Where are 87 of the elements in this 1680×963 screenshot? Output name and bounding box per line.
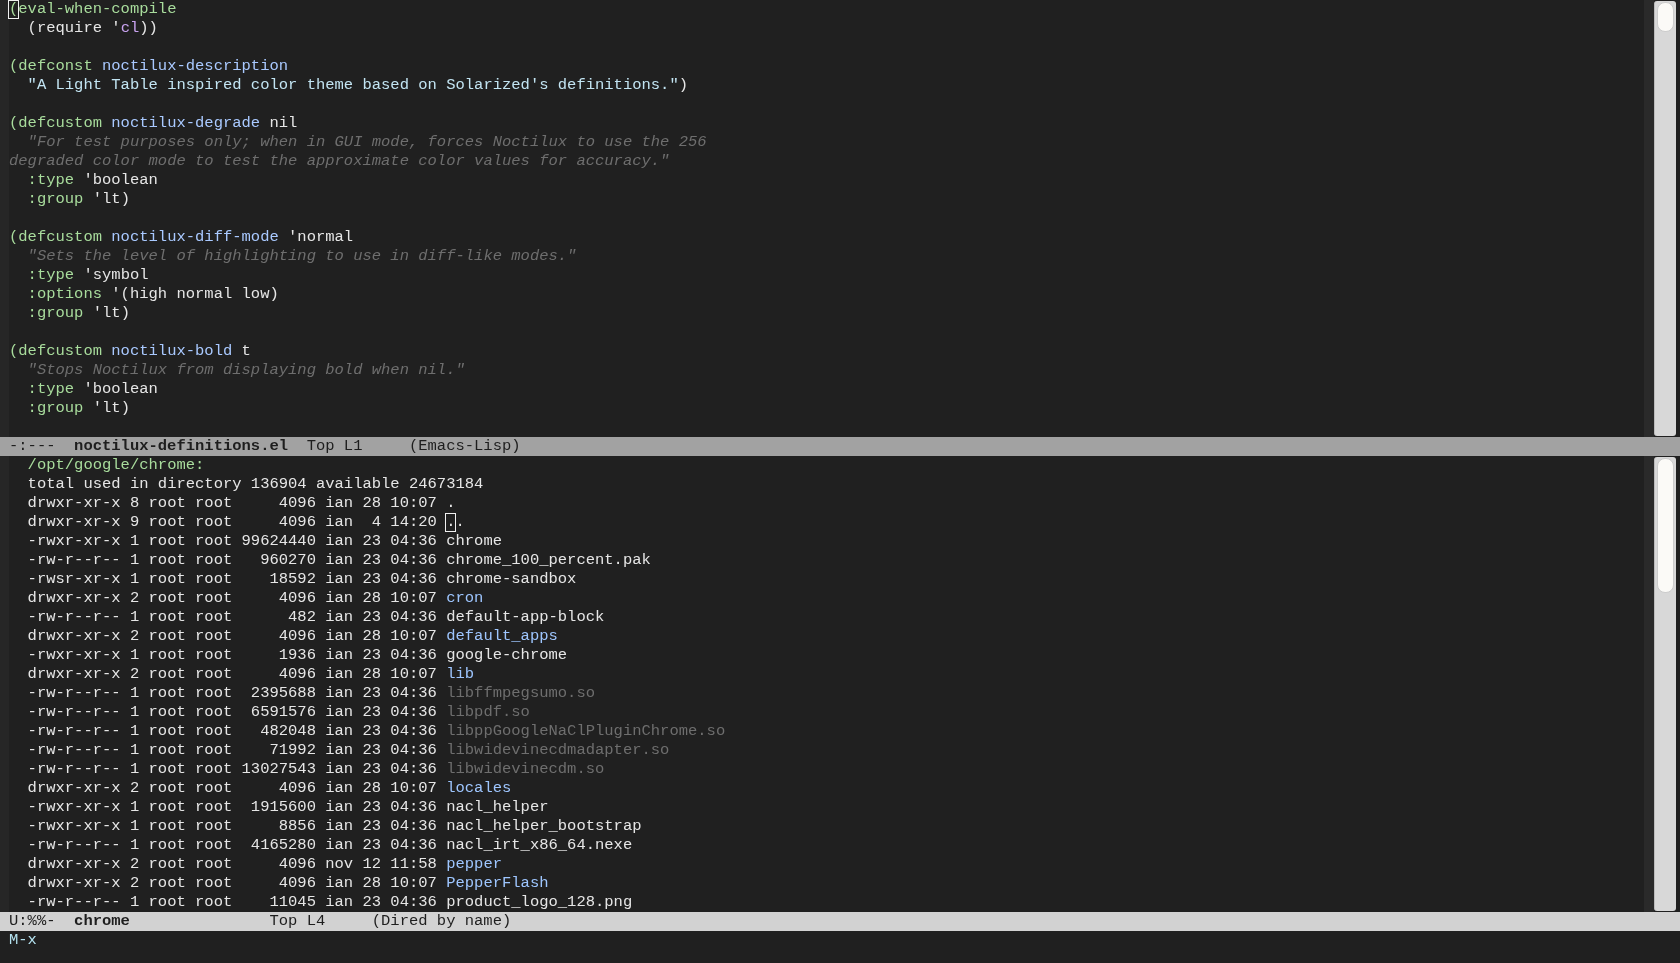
file-details: -rw-r--r-- 1 root root 6591576 ian 23 04:36 <box>26 703 438 722</box>
file-details: -rwxr-xr-x 1 root root 1915600 ian 23 04:36 <box>26 798 438 817</box>
file-name[interactable]: nacl_helper <box>446 798 549 817</box>
code-text: :type <box>26 171 75 190</box>
code-text: :group <box>26 304 84 323</box>
code-text: (defconst <box>9 57 93 76</box>
code-text: cl <box>120 19 140 38</box>
code-text: :type <box>26 266 75 285</box>
buffer-name[interactable]: noctilux-definitions.el <box>74 437 289 456</box>
file-name[interactable]: nacl_irt_x86_64.nexe <box>446 836 633 855</box>
file-details: -rw-r--r-- 1 root root 71992 ian 23 04:36 <box>26 741 438 760</box>
file-details: drwxr-xr-x 2 root root 4096 ian 28 10:07 <box>26 779 438 798</box>
file-details: -rwsr-xr-x 1 root root 18592 ian 23 04:36 <box>26 570 438 589</box>
code-text: 'boolean <box>82 380 158 399</box>
code-text: noctilux-diff-mode <box>110 228 279 247</box>
file-name[interactable]: lib <box>446 665 475 684</box>
code-text: 'lt) <box>91 304 130 323</box>
file-name[interactable]: . <box>446 494 456 513</box>
scrollbar-thumb[interactable] <box>1657 2 1674 32</box>
major-mode: (Emacs-Lisp) <box>408 437 521 456</box>
code-text: nil <box>268 114 298 133</box>
file-details: drwxr-xr-x 2 root root 4096 ian 28 10:07 <box>26 874 438 893</box>
file-details: -rw-r--r-- 1 root root 11045 ian 23 04:36 <box>26 893 438 912</box>
scrollbar[interactable] <box>1654 1 1676 436</box>
file-name[interactable]: locales <box>446 779 512 798</box>
code-text: "Sets the level of highlighting to use in diff-like modes." <box>26 247 577 266</box>
buffer-name[interactable]: chrome <box>74 912 251 931</box>
file-details: -rw-r--r-- 1 root root 4165280 ian 23 04:36 <box>26 836 438 855</box>
file-details: -rw-r--r-- 1 root root 960270 ian 23 04:36 <box>26 551 438 570</box>
file-name[interactable]: google-chrome <box>446 646 568 665</box>
code-text: noctilux-bold <box>110 342 233 361</box>
code-text: 'lt) <box>91 190 130 209</box>
code-text: 'lt) <box>91 399 130 418</box>
file-details: drwxr-xr-x 2 root root 4096 nov 12 11:58 <box>26 855 438 874</box>
position-indicator: Top L1 <box>306 437 363 456</box>
code-text: )) <box>139 19 158 38</box>
directory-header: /opt/google/chrome: <box>26 456 205 475</box>
code-text: "For test purposes only; when in GUI mode, forces Noctilux to use the 256 <box>26 133 707 152</box>
code-text: (require ' <box>26 19 121 38</box>
file-details: -rw-r--r-- 1 root root 482 ian 23 04:36 <box>26 608 438 627</box>
minibuffer-prompt: M-x <box>9 931 37 950</box>
file-details: drwxr-xr-x 8 root root 4096 ian 28 10:07 <box>26 494 438 513</box>
code-text: noctilux-degrade <box>110 114 261 133</box>
file-name[interactable]: default-app-block <box>446 608 605 627</box>
code-text: '(high normal low) <box>110 285 279 304</box>
file-details: drwxr-xr-x 2 root root 4096 ian 28 10:07 <box>26 627 438 646</box>
code-text: (defcustom <box>9 228 102 247</box>
buffer-status: -:--- <box>9 437 57 456</box>
file-details: drwxr-xr-x 2 root root 4096 ian 28 10:07 <box>26 665 438 684</box>
scrollbar[interactable] <box>1654 457 1676 911</box>
code-text: :options <box>26 285 102 304</box>
directory-total: total used in directory 136904 available 24673184 <box>26 475 484 494</box>
code-text: ) <box>678 76 689 95</box>
code-text: 'normal <box>287 228 354 247</box>
file-details: -rwxr-xr-x 1 root root 99624440 ian 23 04:36 <box>26 532 438 551</box>
code-text: 'symbol <box>82 266 149 285</box>
file-name[interactable]: chrome_100_percent.pak <box>446 551 651 570</box>
file-details: -rw-r--r-- 1 root root 13027543 ian 23 04:36 <box>26 760 438 779</box>
code-text: "Stops Noctilux from displaying bold when nil." <box>26 361 465 380</box>
file-details: -rw-r--r-- 1 root root 2395688 ian 23 04:36 <box>26 684 438 703</box>
file-name[interactable]: PepperFlash <box>446 874 549 893</box>
file-details: -rw-r--r-- 1 root root 482048 ian 23 04:36 <box>26 722 438 741</box>
file-name[interactable]: nacl_helper_bootstrap <box>446 817 642 836</box>
code-text: :type <box>26 380 75 399</box>
file-name[interactable]: chrome-sandbox <box>446 570 577 589</box>
file-name[interactable]: chrome <box>446 532 502 551</box>
code-text: (defcustom <box>9 342 102 361</box>
file-name[interactable]: product_logo_128.png <box>446 893 633 912</box>
file-name[interactable]: default_apps <box>446 627 558 646</box>
code-text: noctilux-description <box>101 57 289 76</box>
file-name[interactable]: cron <box>446 589 484 608</box>
major-mode: (Dired by name) <box>371 912 512 931</box>
position-indicator: Top L4 <box>269 912 326 931</box>
code-text: degraded color mode to test the approximate color values for accuracy." <box>9 152 670 171</box>
code-text: "A Light Table inspired color theme based on Solarized's definitions." <box>26 76 679 95</box>
code-text: (defcustom <box>9 114 102 133</box>
code-text: t <box>240 342 251 361</box>
buffer-status: U:%%- <box>9 912 57 931</box>
code-text: :group <box>26 190 84 209</box>
file-name[interactable]: pepper <box>446 855 502 874</box>
code-text: 'boolean <box>82 171 158 190</box>
file-details: drwxr-xr-x 9 root root 4096 ian 4 14:20 <box>26 513 438 532</box>
file-details: -rwxr-xr-x 1 root root 8856 ian 23 04:36 <box>26 817 438 836</box>
file-details: drwxr-xr-x 2 root root 4096 ian 28 10:07 <box>26 589 438 608</box>
file-details: -rwxr-xr-x 1 root root 1936 ian 23 04:36 <box>26 646 438 665</box>
scrollbar-thumb[interactable] <box>1657 458 1674 593</box>
code-text: :group <box>26 399 84 418</box>
